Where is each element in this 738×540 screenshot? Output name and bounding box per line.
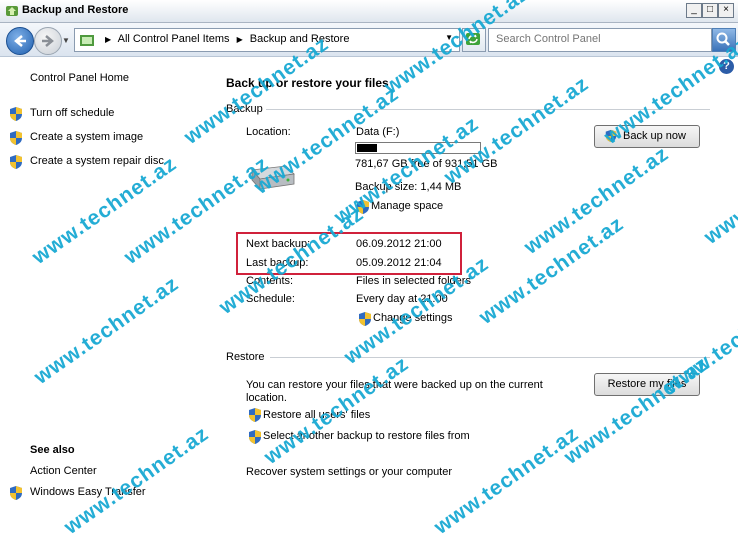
watermark-text: www.technet.az	[30, 272, 184, 389]
last-backup-value: 05.09.2012 21:04	[356, 257, 442, 269]
address-row: ▼ ▶ All Control Panel Items ▶ Backup and…	[0, 23, 738, 57]
shield-icon	[10, 131, 22, 145]
history-dropdown-icon[interactable]: ▼	[62, 36, 70, 45]
create-repair-disc-link[interactable]: Create a system repair disc	[30, 155, 164, 167]
shield-icon	[10, 107, 22, 121]
breadcrumb-item-control-panel[interactable]: All Control Panel Items	[118, 33, 230, 45]
search-box[interactable]	[488, 28, 712, 52]
watermark-text: www.technet.az	[60, 422, 214, 539]
shield-icon	[249, 430, 261, 444]
next-backup-value: 06.09.2012 21:00	[356, 238, 442, 250]
minimize-button[interactable]: _	[686, 3, 702, 18]
see-also-heading: See also	[30, 444, 75, 456]
drive-space-fill	[357, 144, 377, 152]
shield-icon	[10, 155, 22, 169]
restore-description: You can restore your files that were bac…	[246, 379, 543, 404]
maximize-button[interactable]: □	[702, 3, 718, 18]
forward-button[interactable]	[34, 27, 62, 55]
easy-transfer-icon	[10, 486, 22, 500]
backup-restore-icon	[6, 6, 18, 16]
control-panel-home-link[interactable]: Control Panel Home	[30, 72, 129, 84]
close-button[interactable]: ×	[718, 3, 734, 18]
title-bar: Backup and Restore _ □ ×	[0, 0, 738, 23]
shield-icon	[359, 312, 371, 326]
create-system-image-link[interactable]: Create a system image	[30, 131, 143, 143]
recover-system-link[interactable]: Recover system settings or your computer	[246, 466, 452, 478]
watermark-text: www.technet.az	[700, 132, 738, 249]
section-divider	[270, 357, 710, 358]
arrow-left-icon	[14, 35, 26, 47]
arrow-right-icon	[42, 35, 54, 47]
breadcrumb-item-backup-restore[interactable]: Backup and Restore	[250, 33, 350, 45]
address-bar[interactable]: ▶ All Control Panel Items ▶ Backup and R…	[74, 28, 460, 52]
shield-icon	[249, 408, 261, 422]
location-label: Location:	[246, 126, 291, 138]
back-button[interactable]	[6, 27, 34, 55]
control-panel-icon	[80, 35, 94, 46]
turn-off-schedule-link[interactable]: Turn off schedule	[30, 107, 114, 119]
search-input[interactable]	[494, 32, 708, 46]
breadcrumb-separator-icon[interactable]: ▶	[237, 35, 243, 44]
window-title: Backup and Restore	[22, 4, 129, 16]
breadcrumb-separator-icon: ▶	[105, 35, 112, 44]
restore-section-header: Restore	[226, 351, 265, 363]
action-center-link[interactable]: Action Center	[30, 465, 97, 477]
